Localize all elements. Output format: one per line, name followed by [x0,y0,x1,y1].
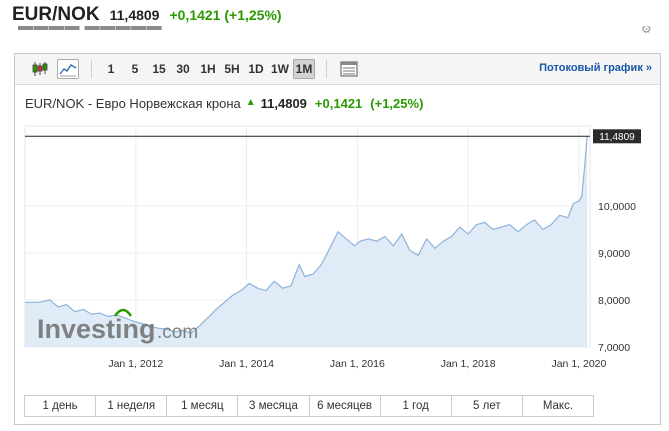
clipped-tab-strip: ▬▬▬▬ ▬▬▬▬▬ [14,26,214,36]
x-tick-label: Jan 1, 2018 [441,358,496,370]
header-change: +0,1421 (+1,25%) [169,7,282,23]
header-price: 11,4809 [109,7,160,23]
price-chart[interactable]: Investing .com 7,0000 8,0000 9,0000 10,0000… [15,54,660,394]
y-tick-label: 7,0000 [598,342,630,354]
chart-widget: 1 5 15 30 1H 5H 1D 1W 1M Потоковый графи… [14,53,661,425]
range-1-month[interactable]: 1 месяц [167,396,239,416]
symbol-title: EUR/NOK [12,4,100,25]
clipped-tab-text: ▬▬▬▬ ▬▬▬▬▬ [18,26,162,34]
x-tick-label: Jan 1, 2012 [108,358,163,370]
range-selector: 1 день 1 неделя 1 месяц 3 месяца 6 месяц… [24,395,594,417]
x-tick-label: Jan 1, 2014 [219,358,274,370]
range-5-years[interactable]: 5 лет [452,396,523,416]
range-3-months[interactable]: 3 месяца [238,396,310,416]
watermark-brand: Investing [37,314,156,344]
range-1-day[interactable]: 1 день [25,396,97,416]
watermark-suffix: .com [157,322,198,343]
last-price-label: 11,4809 [599,132,635,143]
quote-header: EUR/NOK 11,4809 +0,1421 (+1,25%) [12,4,282,26]
y-tick-label: 8,0000 [598,295,630,307]
y-tick-label: 10,0000 [598,201,636,213]
y-tick-label: 9,0000 [598,248,630,260]
range-max[interactable]: Макс. [523,396,593,416]
settings-icon[interactable]: ⚙ [641,26,655,36]
range-1-year[interactable]: 1 год [381,396,452,416]
range-6-months[interactable]: 6 месяцев [310,396,381,416]
range-1-week[interactable]: 1 неделя [96,396,168,416]
x-tick-label: Jan 1, 2016 [330,358,385,370]
x-tick-label: Jan 1, 2020 [551,358,606,370]
